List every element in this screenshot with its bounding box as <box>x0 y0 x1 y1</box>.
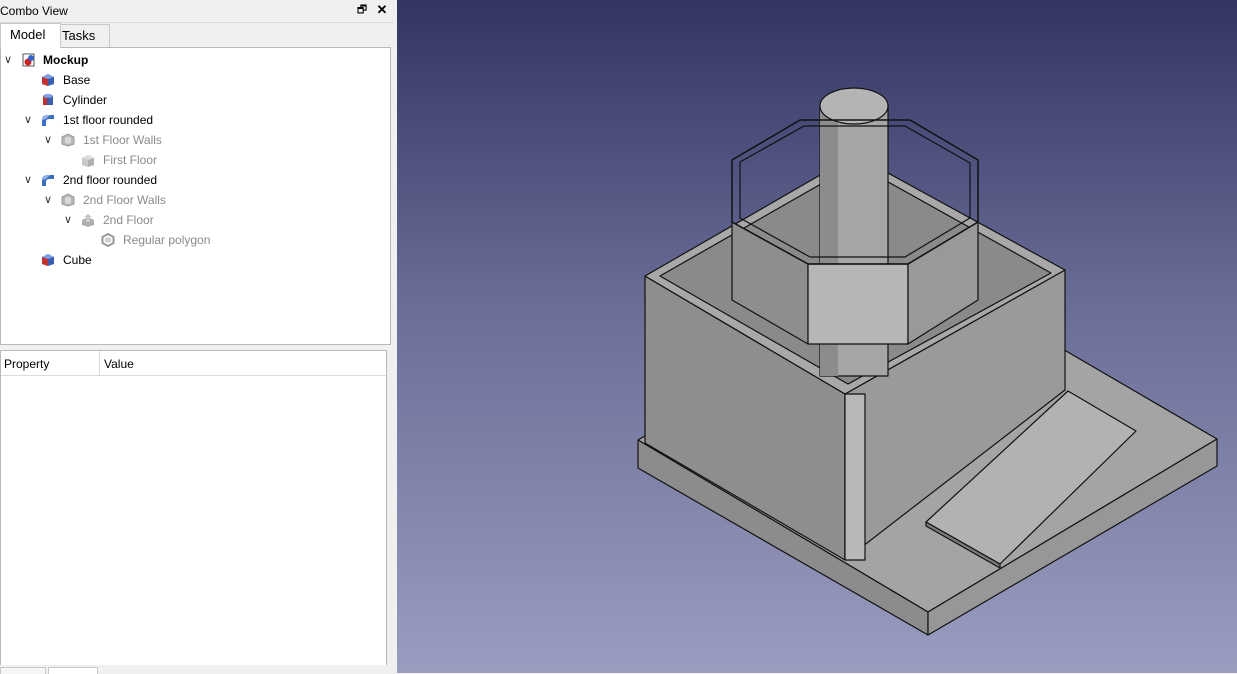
cylinder-top <box>819 87 889 125</box>
combo-view-titlebar: Combo View 🗗 ✕ <box>0 0 393 23</box>
tree-item-label: 2nd Floor Walls <box>83 193 166 207</box>
chevron-down-icon[interactable]: ∨ <box>42 130 54 150</box>
chevron-down-icon[interactable]: ∨ <box>22 170 34 190</box>
float-panel-button[interactable]: 🗗 <box>355 3 369 17</box>
fillet-icon <box>41 173 55 187</box>
document-icon <box>22 53 36 67</box>
part-box-icon <box>41 253 55 267</box>
polygon-icon <box>101 232 115 248</box>
extrude-icon <box>81 153 95 167</box>
tree-item-label: Cylinder <box>63 93 108 107</box>
model-tree: ∨ Mockup Base Cylinder ∨ 1st floor round… <box>0 47 391 345</box>
3d-viewport[interactable] <box>397 0 1237 673</box>
tree-item-label: Mockup <box>43 53 89 67</box>
part-cylinder-icon <box>41 93 55 107</box>
3d-model <box>637 87 1218 636</box>
tree-item-regular-polygon[interactable]: Regular polygon <box>1 230 390 250</box>
fillet-icon <box>41 113 55 127</box>
second-floor-front-wall <box>807 263 909 345</box>
tree-item-label: 1st floor rounded <box>63 113 154 127</box>
tree-item-first-floor[interactable]: First Floor <box>1 150 390 170</box>
tree-item-cube[interactable]: Cube <box>1 250 390 270</box>
chevron-down-icon[interactable]: ∨ <box>62 210 74 230</box>
tree-item-label: Regular polygon <box>123 233 211 247</box>
tree-item-base[interactable]: Base <box>1 70 390 90</box>
close-panel-button[interactable]: ✕ <box>375 3 389 17</box>
tree-item-label: First Floor <box>103 153 157 167</box>
column-header-property[interactable]: Property <box>4 357 49 371</box>
tree-item-2nd-floor[interactable]: ∨ 2nd Floor <box>1 210 390 230</box>
tree-item-1st-floor-walls[interactable]: ∨ 1st Floor Walls <box>1 130 390 150</box>
panel-title: Combo View <box>0 4 68 18</box>
tree-item-1st-floor-rounded[interactable]: ∨ 1st floor rounded <box>1 110 390 130</box>
combo-view-panel: Combo View 🗗 ✕ Model Tasks ∨ Mockup Base… <box>0 0 397 674</box>
tree-item-label: Cube <box>63 253 92 267</box>
part-box-icon <box>41 73 55 87</box>
tree-item-2nd-floor-rounded[interactable]: ∨ 2nd floor rounded <box>1 170 390 190</box>
column-header-value[interactable]: Value <box>104 357 134 371</box>
thickness-icon <box>61 133 75 147</box>
chevron-down-icon[interactable]: ∨ <box>2 50 14 70</box>
chevron-down-icon[interactable]: ∨ <box>22 110 34 130</box>
tab-model[interactable]: Model <box>0 23 61 48</box>
property-header: Property Value <box>1 351 386 376</box>
tree-item-2nd-floor-walls[interactable]: ∨ 2nd Floor Walls <box>1 190 390 210</box>
tree-item-label: 2nd floor rounded <box>63 173 158 187</box>
tree-item-label: 1st Floor Walls <box>83 133 162 147</box>
property-view: Property Value <box>0 350 387 666</box>
tree-item-label: 2nd Floor <box>103 213 154 227</box>
first-floor-corner-fillet <box>844 393 866 561</box>
tree-item-mockup[interactable]: ∨ Mockup <box>1 50 390 70</box>
chevron-down-icon[interactable]: ∨ <box>42 190 54 210</box>
column-divider[interactable] <box>99 351 100 375</box>
thickness-icon <box>61 193 75 207</box>
extrude-icon <box>81 213 95 227</box>
tree-item-cylinder[interactable]: Cylinder <box>1 90 390 110</box>
tree-item-label: Base <box>63 73 91 87</box>
